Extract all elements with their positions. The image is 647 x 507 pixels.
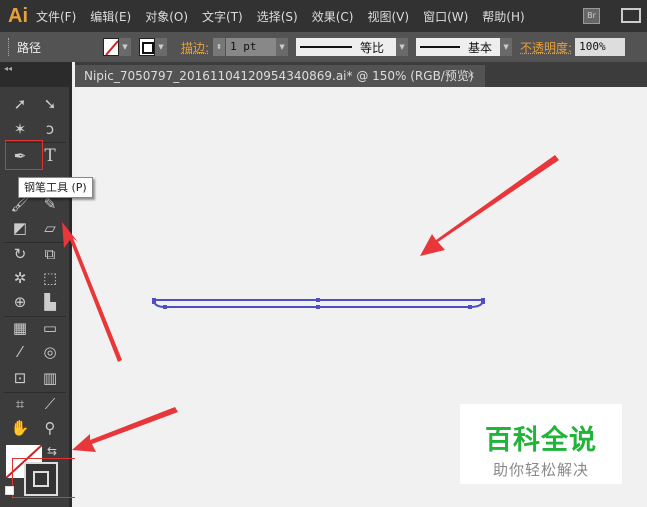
pen-tool-tooltip: 钢笔工具 (P) [18, 177, 93, 198]
watermark-title: 百科全说 [485, 425, 597, 456]
watermark-subtitle: 助你轻松解决 [492, 461, 589, 479]
watermark: 百科全说 助你轻松解决 [460, 404, 622, 484]
